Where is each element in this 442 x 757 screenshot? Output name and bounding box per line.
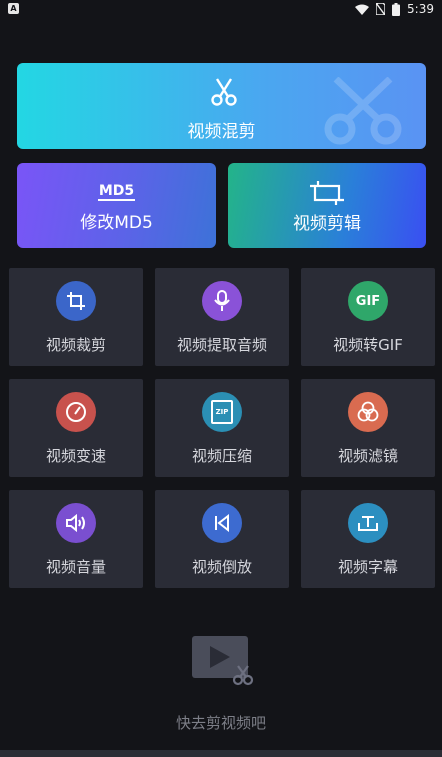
bottom-navigation-bar bbox=[0, 750, 442, 757]
clock: 5:39 bbox=[407, 2, 434, 16]
subtitle-icon bbox=[348, 503, 388, 543]
tool-video-filter[interactable]: 视频滤镜 bbox=[301, 379, 435, 477]
volume-icon bbox=[56, 503, 96, 543]
modify-md5-label: 修改MD5 bbox=[80, 213, 153, 233]
tool-label: 视频音量 bbox=[45, 558, 106, 576]
video-mix-label: 视频混剪 bbox=[187, 122, 256, 142]
filter-icon bbox=[348, 392, 388, 432]
wifi-icon bbox=[355, 4, 370, 15]
tool-label: 视频提取音频 bbox=[176, 336, 267, 354]
video-mix-card[interactable]: 视频混剪 bbox=[17, 63, 426, 149]
tool-video-crop[interactable]: 视频裁剪 bbox=[9, 268, 143, 366]
tool-label: 视频字幕 bbox=[337, 558, 398, 576]
tool-video-to-gif[interactable]: GIF 视频转GIF bbox=[301, 268, 435, 366]
tool-video-volume[interactable]: 视频音量 bbox=[9, 490, 143, 588]
tool-label: 视频压缩 bbox=[191, 447, 252, 465]
tool-video-subtitle[interactable]: 视频字幕 bbox=[301, 490, 435, 588]
speed-gauge-icon bbox=[56, 392, 96, 432]
empty-state-text: 快去剪视频吧 bbox=[175, 714, 266, 732]
tool-video-compress[interactable]: ZIP 视频压缩 bbox=[155, 379, 289, 477]
crop-frame-icon bbox=[310, 181, 344, 205]
tool-video-reverse[interactable]: 视频倒放 bbox=[155, 490, 289, 588]
reverse-play-icon bbox=[202, 503, 242, 543]
tool-video-speed[interactable]: 视频变速 bbox=[9, 379, 143, 477]
md5-icon: MD5 bbox=[97, 183, 136, 201]
tool-label: 视频变速 bbox=[45, 447, 106, 465]
scissors-icon bbox=[211, 78, 237, 106]
battery-icon bbox=[392, 2, 401, 16]
video-edit-label: 视频剪辑 bbox=[293, 214, 361, 234]
video-scissors-icon bbox=[192, 636, 254, 686]
tool-label: 视频转GIF bbox=[333, 336, 403, 354]
tool-label: 视频裁剪 bbox=[45, 336, 106, 354]
crop-icon bbox=[56, 281, 96, 321]
zip-icon: ZIP bbox=[202, 392, 242, 432]
app-notification-icon: A bbox=[8, 3, 19, 14]
modify-md5-card[interactable]: MD5 修改MD5 bbox=[17, 163, 216, 248]
video-edit-card[interactable]: 视频剪辑 bbox=[228, 163, 426, 248]
tool-extract-audio[interactable]: 视频提取音频 bbox=[155, 268, 289, 366]
gif-icon: GIF bbox=[348, 281, 388, 321]
microphone-icon bbox=[202, 281, 242, 321]
no-sim-icon bbox=[376, 3, 386, 15]
tool-label: 视频倒放 bbox=[191, 558, 252, 576]
tool-label: 视频滤镜 bbox=[337, 447, 398, 465]
status-bar: A 5:39 bbox=[0, 0, 442, 18]
